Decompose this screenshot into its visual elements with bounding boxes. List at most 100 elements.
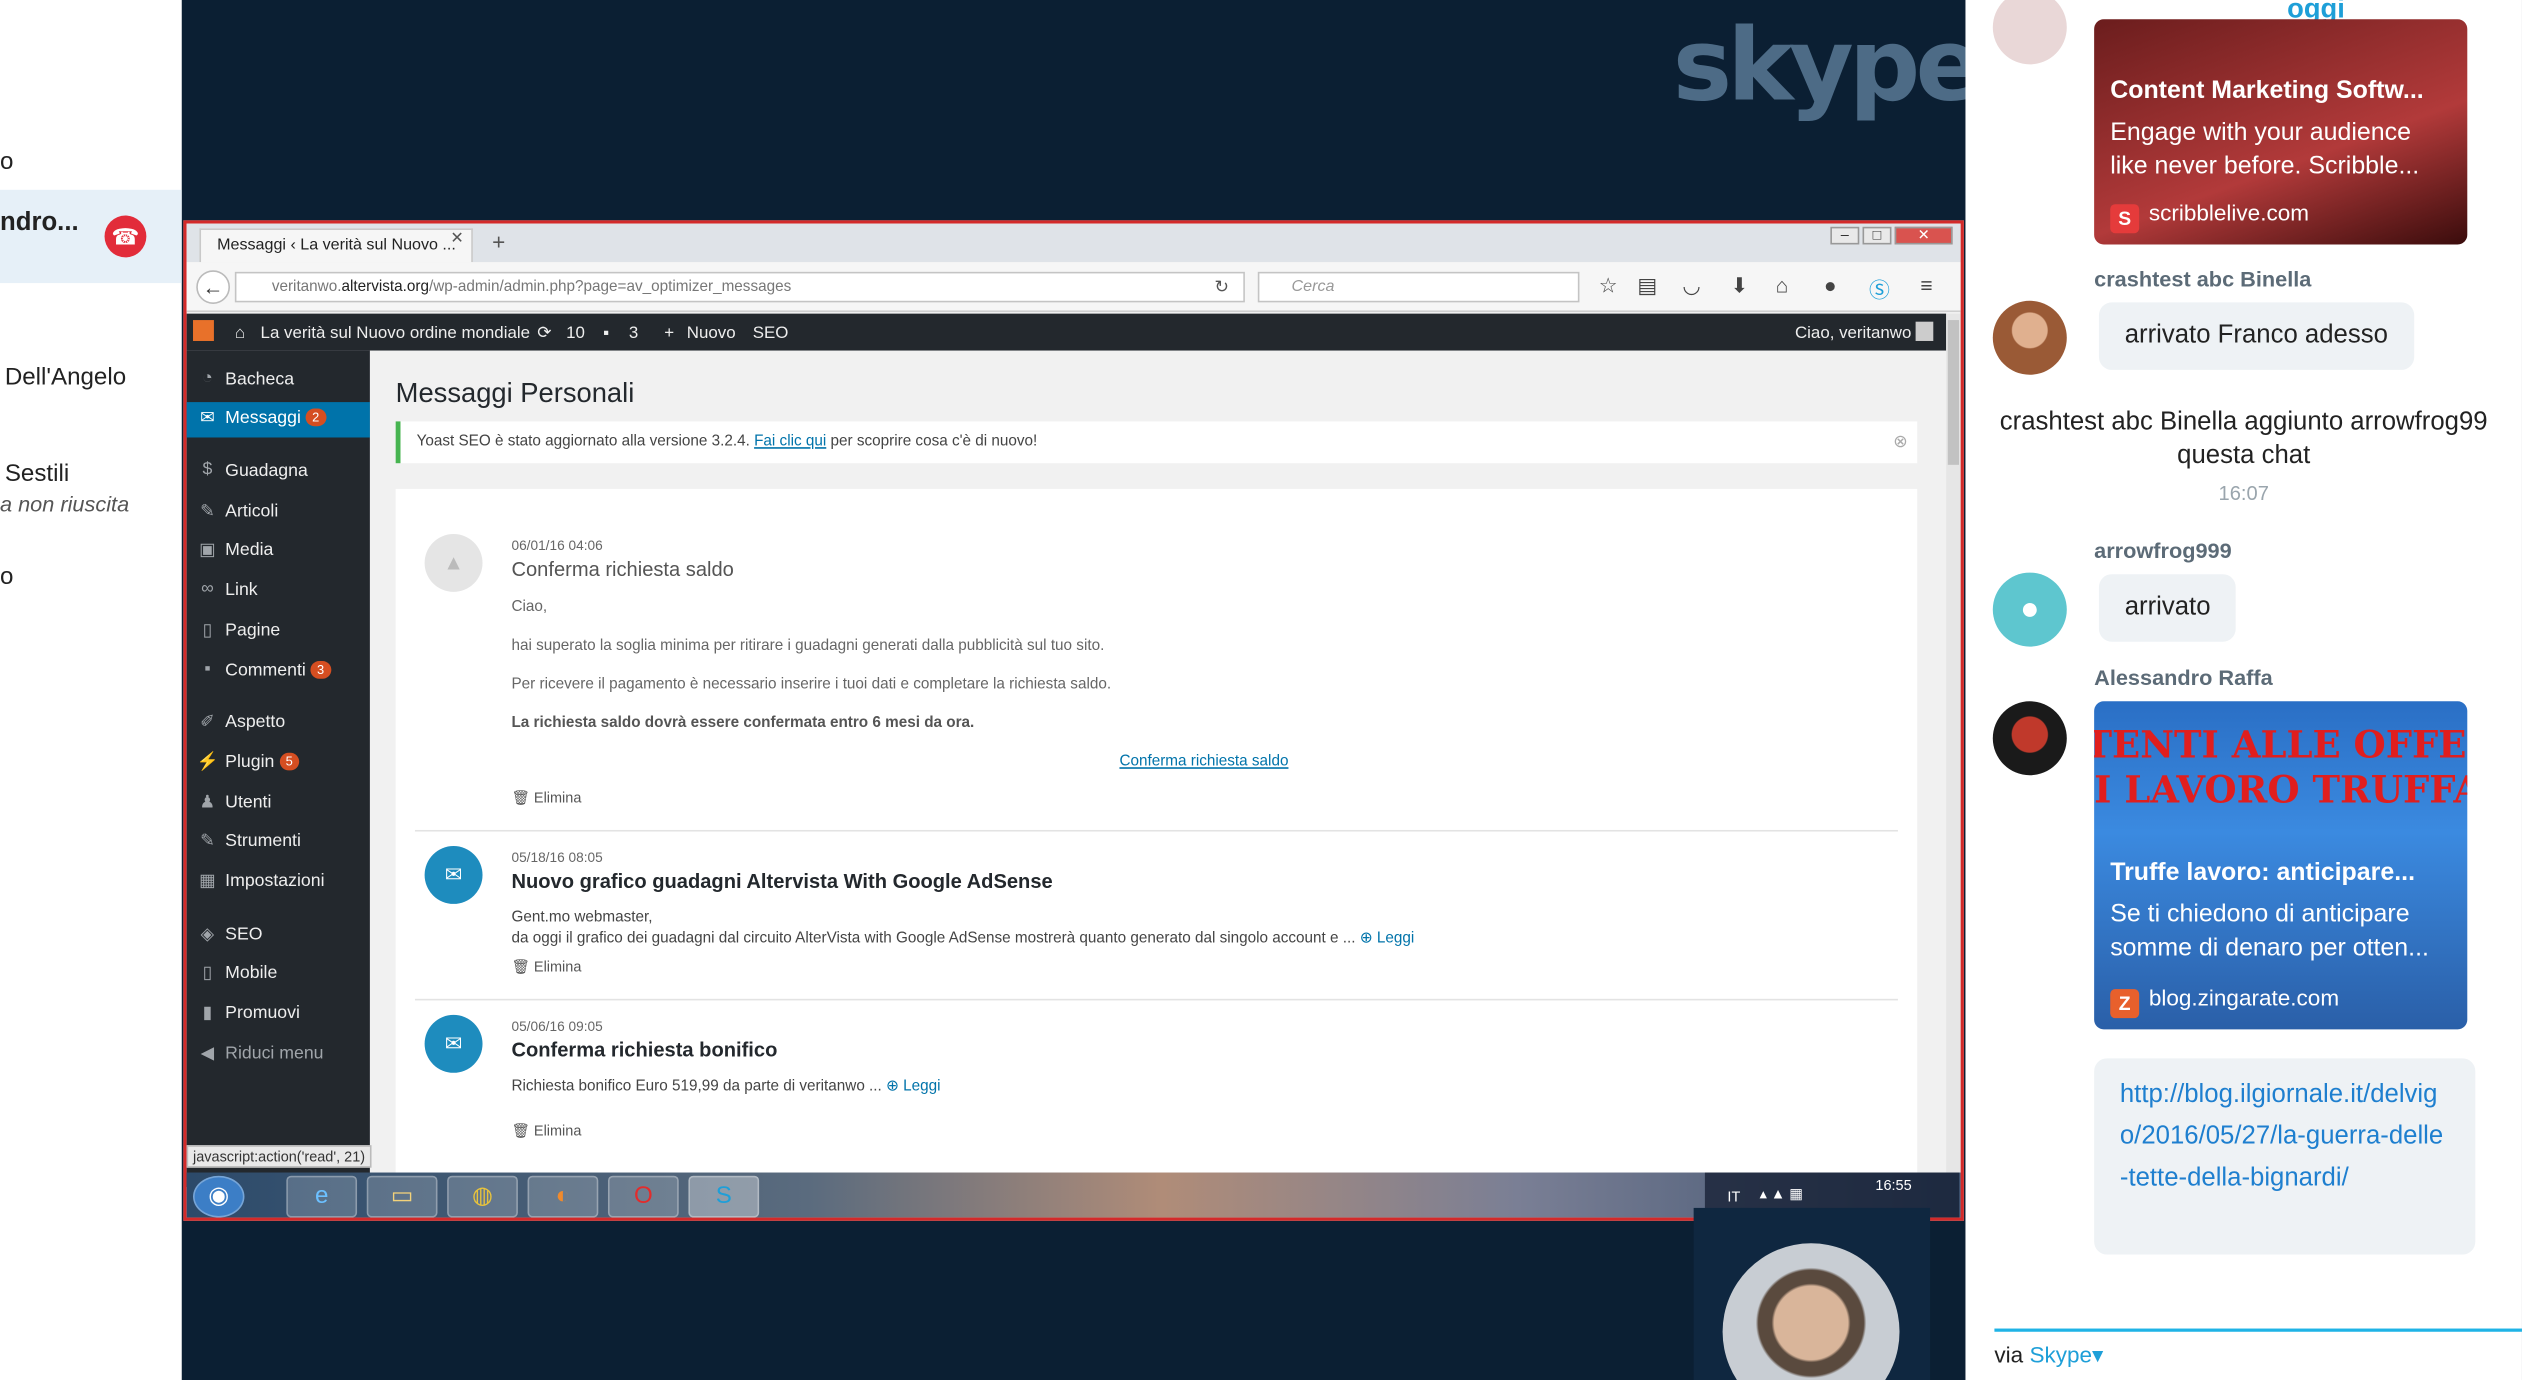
system-message: crashtest abc Binella aggiunto arrowfrog… [1999, 408, 2488, 470]
browser-tab[interactable]: Messaggi ‹ La verità sul Nuovo ... [199, 228, 473, 263]
clock[interactable]: 16:55 [1875, 1177, 1911, 1193]
chat-message: arrivato [2098, 574, 2237, 642]
new-content-link[interactable]: Nuovo [687, 323, 736, 342]
menu-item-media[interactable]: ▣ Media [187, 534, 370, 569]
tray-icons[interactable]: ▴ ▲ ▦ [1760, 1185, 1803, 1203]
divider [414, 998, 1898, 1001]
menu-icon[interactable]: ≡ [1920, 273, 1932, 297]
language-indicator[interactable]: IT [1727, 1189, 1740, 1205]
menu-item-aspetto[interactable]: ✐ Aspetto [187, 706, 370, 741]
menu-item-messaggi[interactable]: ✉ Messaggi 2 [186, 402, 370, 438]
chat-link-message[interactable]: http://blog.ilgiornale.it/delvigo/2016/0… [2094, 1058, 2476, 1255]
menu-item-guadagna[interactable]: $ Guadagna [187, 455, 370, 490]
contact-item[interactable]: o [0, 148, 182, 175]
message-title[interactable]: Conferma richiesta saldo [511, 558, 733, 581]
contact-item[interactable]: Sestili [0, 460, 182, 487]
confirm-balance-link[interactable]: Conferma richiesta saldo [1119, 753, 1288, 771]
plus-icon: + [664, 323, 675, 343]
internet-explorer-icon[interactable]: e [286, 1175, 358, 1218]
contact-item-active-call[interactable]: ndro... [0, 189, 182, 284]
contact-name: o [0, 147, 14, 176]
menu-item-mobile[interactable]: ▯ Mobile [187, 957, 370, 992]
skype-addon-icon[interactable]: Ⓢ [1869, 273, 1890, 304]
file-explorer-icon[interactable]: ▭ [366, 1175, 438, 1218]
firefox-icon[interactable]: ◐ [527, 1175, 599, 1218]
message-time: 16:07 [2218, 482, 2269, 506]
message-avatar: ✉ [424, 1014, 483, 1073]
card-banner-text: I LAVORO TRUFFA [2094, 768, 2468, 813]
reading-list-icon[interactable]: ▤ [1637, 273, 1657, 299]
menu-item-utenti[interactable]: ♟ Utenti [187, 787, 370, 822]
download-icon[interactable]: ⬇ [1731, 273, 1749, 299]
menu-item-riduci-menu[interactable]: ◀ Riduci menu [187, 1037, 370, 1072]
altervista-logo-icon[interactable] [193, 320, 214, 341]
star-icon[interactable]: ☆ [1599, 273, 1618, 299]
message-title[interactable]: Nuovo grafico guadagni Altervista With G… [511, 870, 1052, 893]
avatar [1992, 0, 2067, 65]
site-name-link[interactable]: La verità sul Nuovo ordine mondiale [261, 323, 530, 342]
back-arrow-icon[interactable]: ← [196, 270, 231, 304]
skype-call-window: o ndro... ☎ Dell'Angelo Sestili a non ri… [0, 0, 2522, 1380]
seo-admin-link[interactable]: SEO [753, 323, 789, 342]
skype-brand-link[interactable]: Skype▾ [2029, 1341, 2103, 1367]
comment-icon: ▪ [204, 659, 211, 679]
skype-taskbar-icon[interactable]: S [688, 1175, 760, 1218]
menu-item-promuovi[interactable]: ▮ Promuovi [187, 997, 370, 1032]
home-icon[interactable]: ⌂ [1776, 273, 1789, 297]
minimize-icon[interactable]: – [1830, 226, 1860, 245]
menu-item-bacheca[interactable]: ◔ Bacheca [187, 363, 370, 398]
message-excerpt: da oggi il grafico dei guadagni dal circ… [511, 929, 1356, 948]
close-window-icon[interactable]: ✕ [1894, 226, 1953, 245]
dismiss-icon[interactable]: ⊗ [1893, 431, 1908, 452]
notice-link[interactable]: Fai clic qui [754, 433, 826, 451]
menu-item-strumenti[interactable]: ✎ Strumenti [187, 825, 370, 860]
opera-icon[interactable]: O [607, 1175, 679, 1218]
menu-item-plugin[interactable]: ⚡ Plugin 5 [187, 746, 370, 781]
url-bar[interactable]: veritanwo.altervista.org/wp-admin/admin.… [234, 271, 1245, 303]
mobile-icon: ▯ [202, 963, 213, 983]
notice-text: Yoast SEO è stato aggiornato alla versio… [416, 432, 750, 451]
menu-item-link[interactable]: ∞ Link [187, 574, 370, 609]
chat-icon[interactable]: ● [1824, 273, 1837, 297]
contact-item[interactable]: Dell'Angelo [0, 363, 182, 390]
menu-label: Guadagna [225, 461, 308, 481]
updates-count[interactable]: 10 [566, 323, 585, 342]
reload-icon[interactable]: ↻ [1214, 277, 1229, 297]
start-button-icon[interactable]: ◉ [193, 1175, 245, 1218]
read-more-link[interactable]: ⊕ Leggi [886, 1078, 940, 1096]
read-label: Leggi [903, 1077, 941, 1096]
search-input[interactable]: Cerca [1257, 271, 1580, 303]
card-source: scribblelive.com [2148, 199, 2310, 226]
brush-icon: ✐ [200, 712, 215, 732]
pocket-icon[interactable]: ◡ [1682, 273, 1700, 299]
chat-link[interactable]: http://blog.ilgiornale.it/delvigo/2016/0… [2120, 1081, 2443, 1192]
maximize-icon[interactable]: □ [1862, 226, 1892, 245]
menu-item-commenti[interactable]: ▪ Commenti 3 [187, 655, 370, 690]
link-preview-card[interactable]: TENTI ALLE OFFE I LAVORO TRUFFA Truffe l… [2094, 701, 2468, 1030]
end-call-icon[interactable]: ☎ [104, 215, 147, 258]
card-description: Engage with your audience like never bef… [2110, 119, 2420, 181]
menu-label: Pagine [225, 620, 281, 641]
comments-count[interactable]: 3 [629, 323, 638, 342]
delete-button[interactable]: 🗑 Elimina [511, 1123, 581, 1141]
message-title[interactable]: Conferma richiesta bonifico [511, 1039, 777, 1062]
delete-button[interactable]: 🗑 Elimina [511, 959, 581, 977]
read-more-link[interactable]: ⊕ Leggi [1360, 930, 1414, 948]
new-tab-icon[interactable]: + [492, 228, 505, 254]
menu-item-seo[interactable]: ◈ SEO [187, 918, 370, 953]
account-avatar[interactable] [1915, 321, 1934, 341]
menu-item-pagine[interactable]: ▯ Pagine [187, 614, 370, 649]
close-tab-icon[interactable]: ✕ [450, 230, 463, 248]
delete-button[interactable]: 🗑 Elimina [511, 790, 581, 808]
scrollbar-thumb[interactable] [1947, 320, 1960, 465]
chrome-icon[interactable]: ◍ [447, 1175, 518, 1218]
via-label: via [1994, 1341, 2024, 1368]
menu-item-articoli[interactable]: ✎ Articoli [187, 495, 370, 530]
scrollbar[interactable] [1946, 313, 1961, 1173]
contact-item[interactable]: o [0, 563, 182, 590]
url-path: /wp-admin/admin.php?page=av_optimizer_me… [428, 278, 792, 296]
menu-item-impostazioni[interactable]: ▦ Impostazioni [187, 865, 370, 900]
message-avatar: ✉ [424, 846, 483, 904]
link-preview-card[interactable]: Content Marketing Softw... Engage with y… [2094, 19, 2468, 245]
account-greeting[interactable]: Ciao, veritanwo [1795, 323, 1911, 342]
